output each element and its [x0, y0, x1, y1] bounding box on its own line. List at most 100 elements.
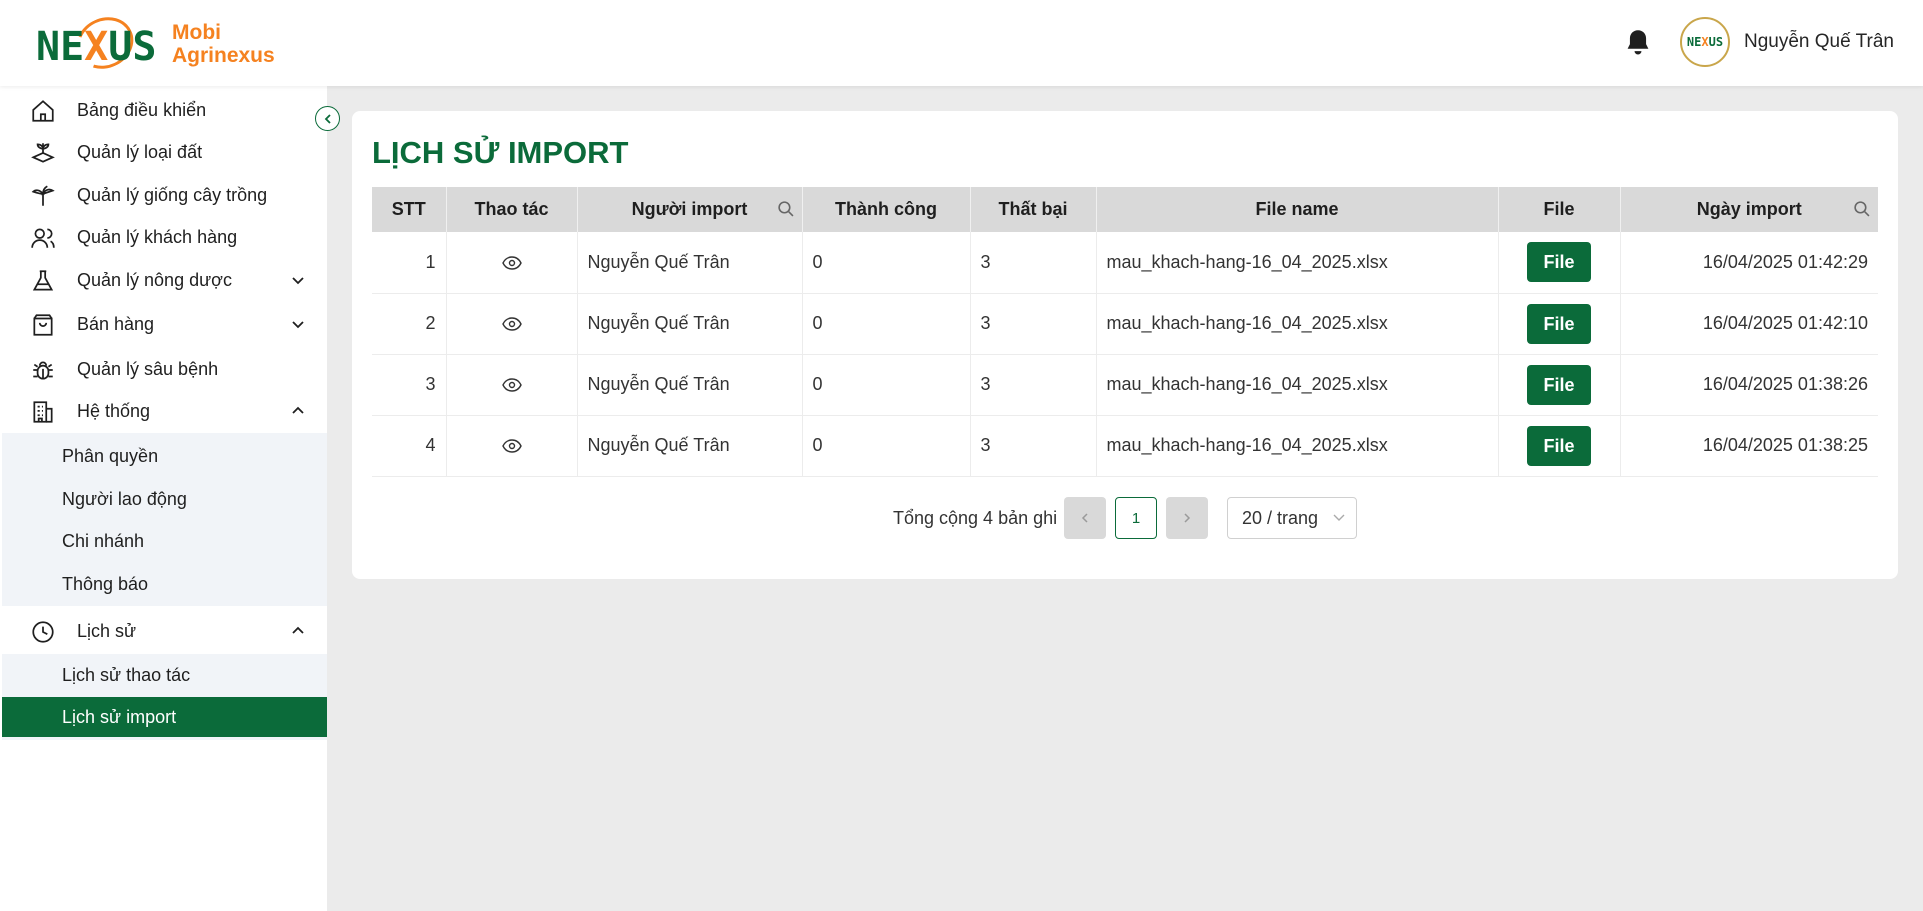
- cell-failed: 3: [970, 354, 1097, 416]
- cell-import-date: 16/04/2025 01:38:25: [1620, 415, 1878, 477]
- file-download-button[interactable]: File: [1527, 303, 1591, 344]
- cell-file-name: mau_khach-hang-16_04_2025.xlsx: [1096, 232, 1499, 294]
- cell-stt: 2: [372, 293, 447, 355]
- column-header-stt: STT: [372, 187, 447, 232]
- search-icon[interactable]: [777, 200, 794, 217]
- cell-import-date: 16/04/2025 01:42:10: [1620, 293, 1878, 355]
- next-page-button[interactable]: [1166, 497, 1208, 539]
- system-submenu: Phân quyền Người lao động Chi nhánh Thôn…: [2, 433, 327, 606]
- column-header-success: Thành công: [802, 187, 971, 232]
- notification-bell-icon[interactable]: [1624, 28, 1652, 58]
- table-row: 4 Nguyễn Quế Trân 0 3 mau_khach-hang-16_…: [372, 415, 1878, 477]
- file-download-button[interactable]: File: [1527, 364, 1591, 405]
- chevron-down-icon: [292, 277, 304, 285]
- cell-action: [446, 415, 578, 477]
- sidebar-subitem-import-history[interactable]: Lịch sử import: [2, 697, 327, 737]
- page-title: LỊCH SỬ IMPORT: [372, 135, 629, 170]
- sidebar-collapse-button[interactable]: [315, 106, 340, 131]
- total-records: Tổng cộng 4 bản ghi: [893, 508, 1058, 528]
- sidebar-subitem-activity-log[interactable]: Lịch sử thao tác: [2, 654, 327, 696]
- cell-failed: 3: [970, 415, 1097, 477]
- cell-import-date: 16/04/2025 01:38:26: [1620, 354, 1878, 416]
- cell-stt: 1: [372, 232, 447, 294]
- page-size-select[interactable]: 20 / trang: [1227, 497, 1357, 539]
- file-download-button[interactable]: File: [1527, 425, 1591, 466]
- table-row: 1 Nguyễn Quế Trân 0 3 mau_khach-hang-16_…: [372, 232, 1878, 294]
- bug-icon: [33, 361, 53, 380]
- cell-importer: Nguyễn Quế Trân: [577, 293, 803, 355]
- file-download-button[interactable]: File: [1527, 242, 1591, 283]
- top-header: NEXUS Mobi Agrinexus NEXUS Nguyễn Quế Tr…: [0, 0, 1923, 86]
- brand-logo[interactable]: NEXUS Mobi Agrinexus: [36, 8, 275, 78]
- sidebar-item-pests[interactable]: Quản lý sâu bệnh: [0, 349, 327, 389]
- cell-success: 0: [802, 415, 971, 477]
- cell-importer: Nguyễn Quế Trân: [577, 354, 803, 416]
- user-avatar[interactable]: NEXUS: [1680, 17, 1730, 67]
- chevron-down-icon: [1333, 514, 1345, 521]
- eye-icon[interactable]: [501, 317, 522, 331]
- cell-success: 0: [802, 232, 971, 294]
- import-history-table: STT Thao tác Người import Thành công Thấ…: [372, 187, 1878, 477]
- chevron-left-icon: [1081, 513, 1088, 523]
- soil-icon: [31, 143, 55, 163]
- user-name[interactable]: Nguyễn Quế Trân: [1744, 31, 1894, 53]
- clock-icon: [32, 621, 54, 643]
- flask-icon: [32, 270, 54, 291]
- content-card: LỊCH SỬ IMPORT STT Thao tác Người import…: [352, 111, 1898, 579]
- column-header-file-name: File name: [1096, 187, 1499, 232]
- sidebar-item-dashboard[interactable]: Bảng điều khiển: [0, 90, 327, 130]
- sidebar-subitem-workers[interactable]: Người lao động: [2, 478, 327, 520]
- table-header-row: STT Thao tác Người import Thành công Thấ…: [372, 187, 1878, 232]
- sidebar-item-pesticides[interactable]: Quản lý nông dược: [0, 260, 327, 300]
- column-header-file: File: [1498, 187, 1621, 232]
- prev-page-button[interactable]: [1064, 497, 1106, 539]
- sidebar-item-system[interactable]: Hệ thống: [0, 391, 327, 431]
- sidebar-item-crop-varieties[interactable]: Quản lý giống cây trồng: [0, 175, 327, 215]
- building-icon: [33, 401, 53, 423]
- cell-success: 0: [802, 293, 971, 355]
- cell-file: File: [1498, 354, 1621, 416]
- chevron-left-icon: [324, 113, 331, 124]
- cell-action: [446, 293, 578, 355]
- cell-file: File: [1498, 293, 1621, 355]
- column-header-failed: Thất bại: [970, 187, 1097, 232]
- brand-name: Mobi Agrinexus: [172, 21, 275, 67]
- chevron-right-icon: [1184, 513, 1191, 523]
- page-1-button[interactable]: 1: [1115, 497, 1157, 539]
- cell-import-date: 16/04/2025 01:42:29: [1620, 232, 1878, 294]
- users-icon: [31, 228, 55, 248]
- cell-stt: 4: [372, 415, 447, 477]
- cell-stt: 3: [372, 354, 447, 416]
- home-icon: [32, 100, 54, 122]
- sidebar-subitem-branches[interactable]: Chi nhánh: [2, 520, 327, 562]
- cell-file-name: mau_khach-hang-16_04_2025.xlsx: [1096, 354, 1499, 416]
- sidebar-subitem-permissions[interactable]: Phân quyền: [2, 435, 327, 477]
- shopping-bag-icon: [33, 314, 53, 336]
- column-header-importer: Người import: [577, 187, 803, 232]
- cell-failed: 3: [970, 232, 1097, 294]
- cell-action: [446, 232, 578, 294]
- cell-importer: Nguyễn Quế Trân: [577, 415, 803, 477]
- sidebar-item-history[interactable]: Lịch sử: [0, 611, 327, 651]
- sidebar-subitem-notifications[interactable]: Thông báo: [2, 563, 327, 605]
- chevron-up-icon: [292, 406, 304, 414]
- cell-file: File: [1498, 232, 1621, 294]
- chevron-up-icon: [292, 626, 304, 634]
- history-submenu: Lịch sử thao tác Lịch sử import: [2, 654, 327, 740]
- cell-action: [446, 354, 578, 416]
- sidebar-item-customers[interactable]: Quản lý khách hàng: [0, 217, 327, 257]
- sidebar: Bảng điều khiển Quản lý loại đất Quản lý…: [0, 86, 327, 911]
- sidebar-item-sales[interactable]: Bán hàng: [0, 304, 327, 344]
- cell-file-name: mau_khach-hang-16_04_2025.xlsx: [1096, 415, 1499, 477]
- cell-file: File: [1498, 415, 1621, 477]
- table-row: 3 Nguyễn Quế Trân 0 3 mau_khach-hang-16_…: [372, 354, 1878, 416]
- logo-mark: NEXUS: [36, 8, 158, 78]
- column-header-action: Thao tác: [446, 187, 578, 232]
- eye-icon[interactable]: [501, 256, 522, 270]
- search-icon[interactable]: [1853, 200, 1870, 217]
- chevron-down-icon: [292, 321, 304, 329]
- cell-file-name: mau_khach-hang-16_04_2025.xlsx: [1096, 293, 1499, 355]
- eye-icon[interactable]: [501, 378, 522, 392]
- eye-icon[interactable]: [501, 439, 522, 453]
- sidebar-item-soil-types[interactable]: Quản lý loại đất: [0, 132, 327, 172]
